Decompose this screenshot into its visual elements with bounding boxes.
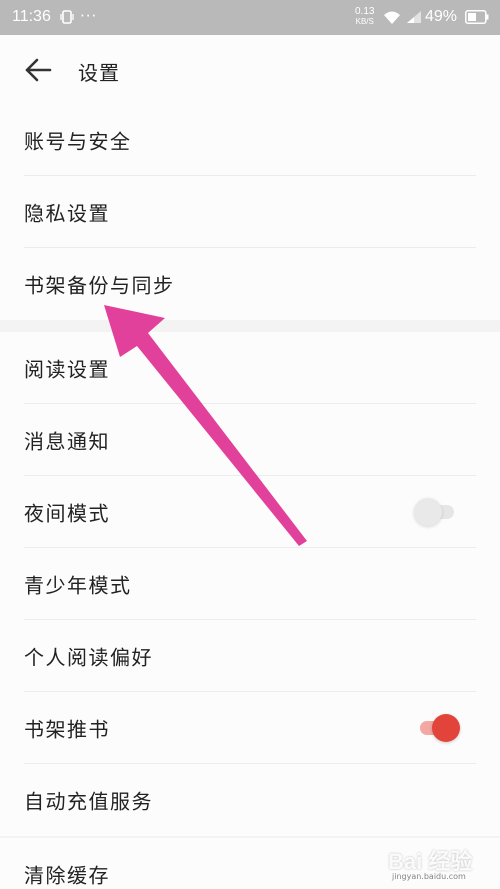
settings-item-label: 书架备份与同步 [24,273,175,298]
back-arrow-icon[interactable] [24,57,52,83]
settings-group-reading: 阅读设置 消息通知 夜间模式 青少年模式 个人阅读偏好 书架推书 自动充值服务 [0,332,500,836]
bookshelf-recommend-toggle[interactable] [414,714,460,742]
settings-item-label: 书架推书 [24,717,110,742]
settings-item-auto-recharge[interactable]: 自动充值服务 [0,764,500,836]
network-speed-value: 0.13 [355,6,375,17]
settings-item-label: 账号与安全 [24,129,132,154]
battery-icon [465,10,489,24]
settings-item-notifications[interactable]: 消息通知 [0,404,500,476]
watermark-url: jingyan.baidu.com [392,872,466,881]
settings-group-account: 账号与安全 隐私设置 书架备份与同步 [0,104,500,320]
signal-icon [407,11,421,23]
settings-item-bookshelf-recommend: 书架推书 [0,692,500,764]
battery-percent: 49% [425,8,458,25]
settings-item-label: 阅读设置 [24,357,110,382]
wifi-icon [384,11,400,24]
settings-item-label: 隐私设置 [24,201,110,226]
settings-item-reading[interactable]: 阅读设置 [0,332,500,404]
settings-item-reading-preference[interactable]: 个人阅读偏好 [0,620,500,692]
settings-item-label: 个人阅读偏好 [24,645,153,670]
more-notifications-icon: ··· [80,7,98,25]
settings-item-label: 夜间模式 [24,501,110,526]
baidu-jingyan-watermark: Bai 经验 jingyan.baidu.com [388,838,494,886]
vibrate-icon [60,10,74,24]
page-title: 设置 [78,61,120,85]
night-mode-toggle[interactable] [414,498,460,526]
app-header: 设置 [0,35,500,104]
settings-item-label: 清除缓存 [24,863,110,888]
settings-item-label: 自动充值服务 [24,789,153,814]
status-time: 11:36 [12,8,51,25]
network-speed-unit: KB/S [355,17,374,26]
settings-item-label: 消息通知 [24,429,110,454]
status-bar: 11:36 ··· 0.13 KB/S 49% [0,0,500,35]
settings-item-account-security[interactable]: 账号与安全 [0,104,500,176]
settings-item-teen-mode[interactable]: 青少年模式 [0,548,500,620]
settings-item-night-mode: 夜间模式 [0,476,500,548]
settings-item-label: 青少年模式 [24,573,132,598]
toggle-thumb [414,498,442,526]
network-speed: 0.13 KB/S [355,7,374,27]
toggle-thumb [432,714,460,742]
settings-item-bookshelf-backup[interactable]: 书架备份与同步 [0,248,500,320]
settings-item-privacy[interactable]: 隐私设置 [0,176,500,248]
